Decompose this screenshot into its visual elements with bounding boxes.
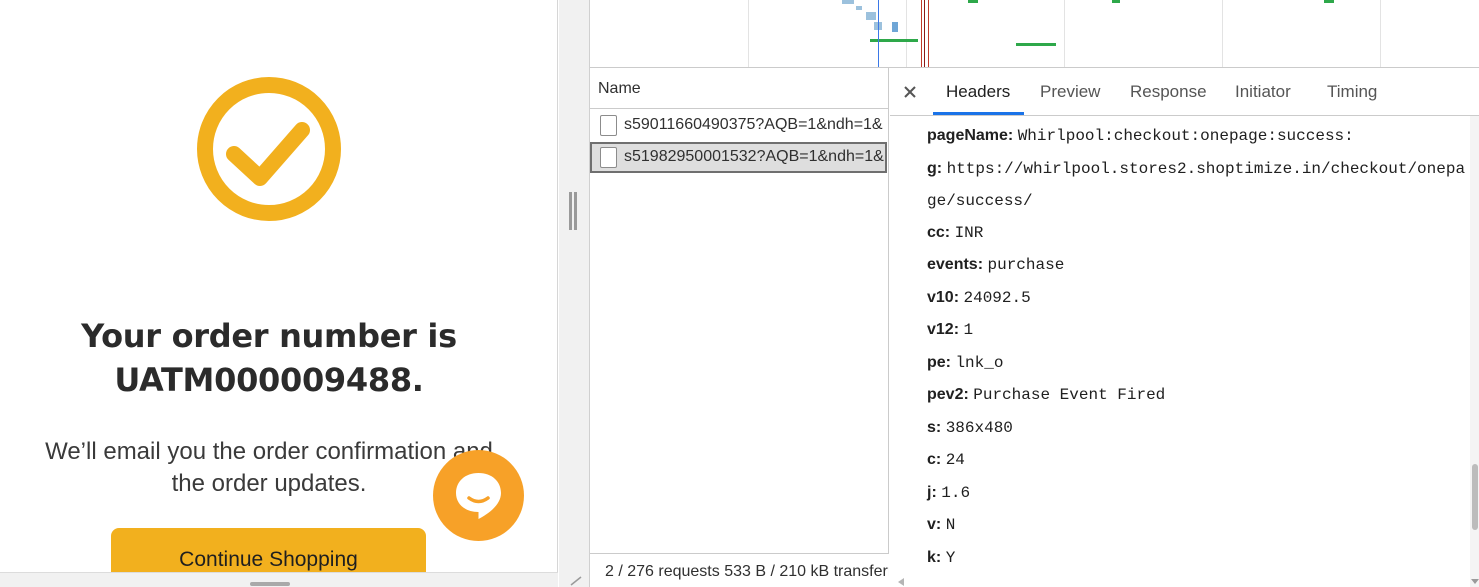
- param-key: k:: [927, 548, 942, 566]
- param-key: pageName:: [927, 127, 1014, 144]
- param-row: k: Y: [927, 542, 1467, 575]
- tab-response[interactable]: Response: [1130, 82, 1207, 102]
- timeline-activity-mark: [892, 22, 898, 32]
- request-row[interactable]: s59011660490375?AQB=1&ndh=1&: [590, 110, 887, 141]
- param-row: pev2: Purchase Event Fired: [927, 379, 1467, 412]
- param-row: s: 386x480: [927, 412, 1467, 445]
- timeline-gridline: [748, 0, 749, 67]
- timeline-request-bar: [968, 0, 978, 3]
- timeline-request-bar: [1112, 0, 1120, 3]
- param-value: N: [945, 516, 956, 534]
- param-row: pageName: Whirlpool:checkout:onepage:suc…: [927, 120, 1467, 153]
- document-icon: [600, 147, 617, 168]
- viewport-height-resize-handle[interactable]: [250, 582, 290, 586]
- tab-initiator[interactable]: Initiator: [1235, 82, 1291, 102]
- timeline-request-bar: [1016, 43, 1056, 46]
- request-name: s51982950001532?AQB=1&ndh=1&: [624, 148, 884, 165]
- param-row: j: 1.6: [927, 477, 1467, 510]
- timeline-activity-mark: [856, 6, 862, 10]
- param-value: 1: [963, 321, 974, 339]
- request-row-selected[interactable]: s51982950001532?AQB=1&ndh=1&: [590, 142, 887, 173]
- detail-scrollbar-thumb[interactable]: [1472, 464, 1478, 530]
- param-value: 24: [945, 451, 965, 469]
- param-row: v: N: [927, 509, 1467, 542]
- param-value: 386x480: [945, 418, 1013, 437]
- chat-bubble-icon: [456, 473, 501, 519]
- timeline-gridline: [1064, 0, 1065, 67]
- param-value: Whirlpool:checkout:onepage:success:: [1017, 127, 1354, 145]
- timeline-activity-mark: [866, 12, 876, 20]
- page-viewport: Your order number is UATM000009488. We’l…: [0, 0, 558, 572]
- close-icon[interactable]: [900, 82, 920, 102]
- param-key: c:: [927, 451, 942, 468]
- scroll-down-arrow-icon[interactable]: [1471, 577, 1479, 585]
- param-key: pev2:: [927, 386, 969, 403]
- param-key: g:: [927, 159, 943, 177]
- request-list-pane: Name s59011660490375?AQB=1&ndh=1& s51982…: [590, 68, 889, 587]
- param-row: cc: INR: [927, 217, 1467, 250]
- query-string-parameters: pageName: Whirlpool:checkout:onepage:suc…: [927, 120, 1467, 574]
- param-row: v12: 1: [927, 314, 1467, 347]
- param-row: c: 24: [927, 444, 1467, 477]
- check-circle-icon: [197, 77, 341, 221]
- scroll-left-arrow-icon[interactable]: [897, 578, 905, 586]
- param-value: Purchase Event Fired: [973, 386, 1166, 404]
- continue-shopping-button[interactable]: Continue Shopping: [111, 528, 426, 572]
- timeline-gridline: [1380, 0, 1381, 67]
- document-icon: [600, 115, 617, 136]
- tab-headers[interactable]: Headers: [946, 82, 1010, 102]
- timeline-gridline: [906, 0, 907, 67]
- detail-tab-bar: Headers Preview Response Initiator Timin…: [890, 68, 1479, 116]
- request-name: s59011660490375?AQB=1&ndh=1&: [624, 116, 883, 133]
- device-toolbar-gutter: [559, 0, 590, 587]
- load-event-marker: [928, 0, 929, 67]
- timeline-request-bar: [1324, 0, 1334, 3]
- param-row: pe: lnk_o: [927, 347, 1467, 380]
- param-value: 1.6: [941, 483, 971, 502]
- dom-content-loaded-marker: [878, 0, 879, 67]
- param-row: g: https://whirlpool.stores2.shoptimize.…: [927, 153, 1467, 217]
- order-title-line-2: UATM000009488.: [114, 361, 424, 399]
- order-number-heading: Your order number is UATM000009488.: [0, 314, 538, 402]
- load-event-marker: [924, 0, 925, 67]
- chat-button[interactable]: [433, 450, 524, 541]
- name-column-header[interactable]: Name: [590, 68, 889, 109]
- param-key: cc:: [927, 223, 951, 241]
- param-value: https://whirlpool.stores2.shoptimize.in/…: [927, 159, 1466, 210]
- tab-timing[interactable]: Timing: [1327, 82, 1377, 102]
- network-overview-timeline[interactable]: [590, 0, 1479, 68]
- load-event-marker: [921, 0, 922, 67]
- corner-resize-grip-icon[interactable]: [569, 576, 583, 586]
- param-value: lnk_o: [955, 353, 1004, 372]
- param-value: 24092.5: [963, 288, 1031, 307]
- param-key: s:: [927, 418, 942, 436]
- network-summary-status: 2 / 276 requests 533 B / 210 kB transfer…: [590, 553, 889, 587]
- param-value: purchase: [987, 256, 1065, 274]
- param-value: INR: [954, 223, 984, 242]
- param-key: j:: [927, 483, 937, 501]
- param-key: pe:: [927, 353, 951, 371]
- param-key: v10:: [927, 288, 960, 306]
- param-value: Y: [945, 548, 956, 567]
- param-row: events: purchase: [927, 249, 1467, 282]
- timeline-gridline: [1222, 0, 1223, 67]
- timeline-activity-mark: [842, 0, 854, 4]
- tab-preview[interactable]: Preview: [1040, 82, 1100, 102]
- param-row: v10: 24092.5: [927, 282, 1467, 315]
- viewport-width-resize-handle[interactable]: [568, 192, 578, 230]
- param-key: events:: [927, 256, 984, 273]
- param-key: v12:: [927, 321, 960, 338]
- request-detail-pane: Headers Preview Response Initiator Timin…: [890, 68, 1479, 587]
- param-key: v:: [927, 516, 942, 533]
- order-title-line-1: Your order number is: [81, 317, 457, 355]
- active-tab-indicator: [933, 112, 1024, 115]
